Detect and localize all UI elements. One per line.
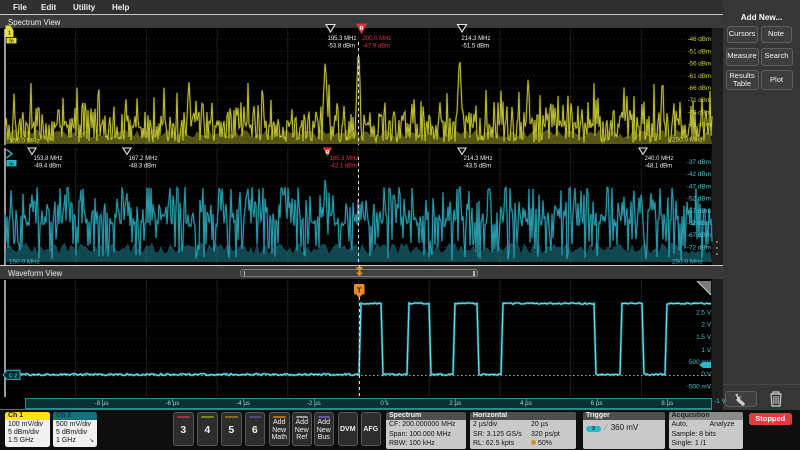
svg-text:-43.5 dBm: -43.5 dBm [464,164,492,170]
svg-text:-48.3 dBm: -48.3 dBm [129,164,157,170]
svg-text:-1 V: -1 V [714,398,726,405]
svg-text:-42 dBm: -42 dBm [687,171,711,178]
svg-text:-81 dBm: -81 dBm [688,122,711,129]
svg-text:-71 dBm: -71 dBm [688,97,711,104]
svg-text:2 V: 2 V [701,322,711,329]
svg-text:214.3 MHz: 214.3 MHz [462,36,491,42]
svg-text:-56 dBm: -56 dBm [688,61,711,68]
svg-text:R: R [360,26,364,32]
svg-text:-51.5 dBm: -51.5 dBm [462,44,490,50]
svg-text:-47 dBm: -47 dBm [687,183,711,190]
svg-text:-42.1 dBm: -42.1 dBm [330,164,358,170]
svg-text:-62 dBm: -62 dBm [687,220,711,227]
svg-text:-72 dBm: -72 dBm [687,244,711,251]
svg-text:-52 dBm: -52 dBm [687,196,711,203]
svg-text:C 2: C 2 [9,373,17,379]
svg-text:-49.4 dBm: -49.4 dBm [34,164,62,170]
svg-text:-47.9 dBm: -47.9 dBm [363,44,391,50]
svg-text:-51 dBm: -51 dBm [688,48,711,55]
svg-text:In: In [9,161,13,167]
svg-text:-53.8 dBm: -53.8 dBm [328,44,356,50]
svg-text:In: In [9,39,13,45]
svg-text:1: 1 [8,31,11,37]
svg-text:150.0 MHz: 150.0 MHz [9,259,40,266]
svg-text:-37 dBm: -37 dBm [687,159,711,166]
svg-text:195.3 MHz: 195.3 MHz [328,36,357,42]
svg-text:200.0 MHz: 200.0 MHz [363,36,392,42]
svg-text:-76 dBm: -76 dBm [688,109,711,116]
svg-text:240.0 MHz: 240.0 MHz [645,156,674,162]
svg-text:153.8 MHz: 153.8 MHz [34,156,63,162]
svg-text:1.5 V: 1.5 V [696,334,712,341]
svg-text:-66 dBm: -66 dBm [688,85,711,92]
svg-text:214.3 MHz: 214.3 MHz [464,156,493,162]
svg-text:-67 dBm: -67 dBm [687,232,711,239]
svg-text:1 V: 1 V [701,347,711,354]
svg-text:-61 dBm: -61 dBm [688,73,711,80]
svg-text:-48.1 dBm: -48.1 dBm [645,164,673,170]
svg-text:R: R [326,150,330,156]
svg-text:150.0 MHz: 150.0 MHz [9,138,40,145]
svg-text:250.0 MHz: 250.0 MHz [672,259,703,266]
svg-text:-57 dBm: -57 dBm [687,208,711,215]
svg-text:195.3 MHz: 195.3 MHz [330,156,359,162]
svg-text:-500 mV: -500 mV [687,383,712,390]
svg-text:2.5 V: 2.5 V [696,310,712,317]
svg-text:250.0 MHz: 250.0 MHz [672,137,703,144]
svg-text:0 V: 0 V [701,371,711,378]
svg-text:167.2 MHz: 167.2 MHz [129,156,158,162]
svg-text:T: T [357,286,362,295]
svg-text:-46 dBm: -46 dBm [688,36,711,43]
